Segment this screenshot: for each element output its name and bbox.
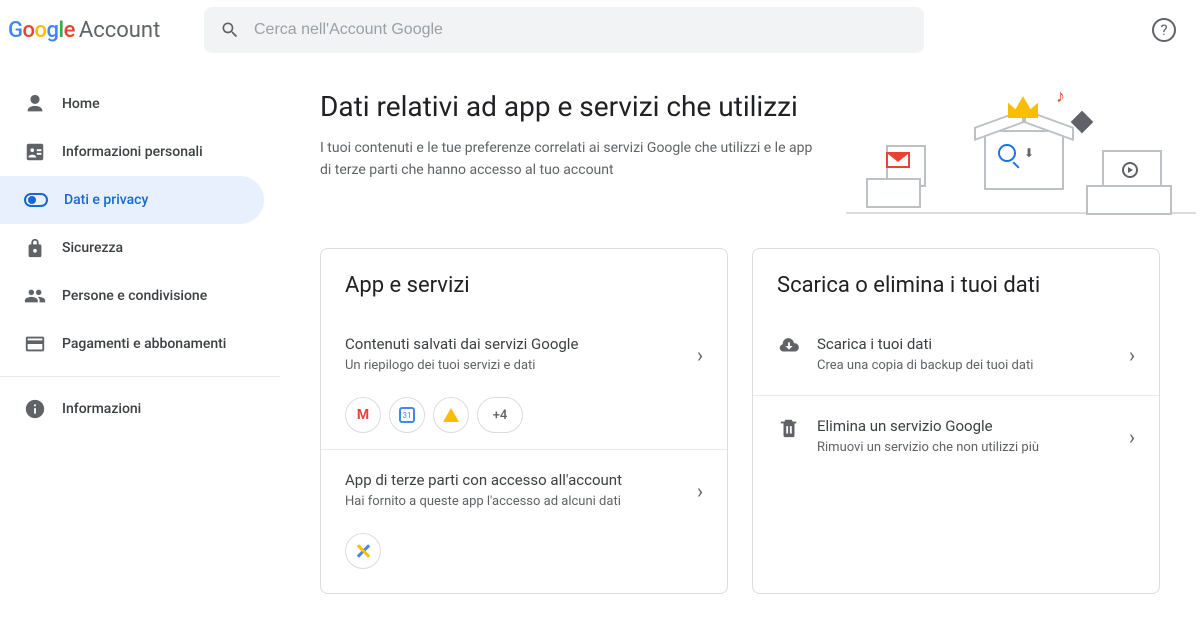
info-icon [24, 398, 46, 420]
item-subtitle: Crea una copia di backup dei tuoi dati [817, 357, 1113, 375]
item-saved-content[interactable]: Contenuti salvati dai servizi Google Un … [321, 320, 727, 389]
sidebar: Home Informazioni personali Dati e priva… [0, 60, 280, 629]
item-delete-service[interactable]: Elimina un servizio Google Rimuovi un se… [753, 395, 1159, 471]
sidebar-item-home[interactable]: Home [0, 80, 264, 128]
product-label: Account [79, 18, 160, 43]
lock-icon [24, 237, 46, 259]
third-party-app-icon[interactable] [345, 533, 381, 569]
trash-icon [777, 416, 801, 440]
download-icon: ⬇ [1024, 146, 1034, 160]
home-icon [24, 93, 46, 115]
search-input[interactable] [254, 21, 908, 39]
item-title: Contenuti salvati dai servizi Google [345, 334, 681, 355]
play-icon [1122, 162, 1138, 178]
sidebar-item-about[interactable]: Informazioni [0, 385, 264, 433]
sidebar-item-label: Dati e privacy [64, 192, 148, 208]
service-icons-row: M 31 +4 [321, 397, 727, 433]
page-description: I tuoi contenuti e le tue preferenze cor… [320, 137, 826, 182]
tag-icon [1071, 111, 1094, 134]
toggle-icon [24, 193, 48, 207]
card-title: App e servizi [321, 273, 727, 298]
item-subtitle: Hai fornito a queste app l'accesso ad al… [345, 493, 681, 511]
item-title: Scarica i tuoi dati [817, 334, 1113, 355]
cloud-download-icon [777, 334, 801, 358]
sidebar-item-data-privacy[interactable]: Dati e privacy [0, 176, 264, 224]
crown-icon [1008, 96, 1038, 118]
page-title: Dati relativi ad app e servizi che utili… [320, 90, 826, 123]
people-icon [24, 285, 46, 307]
item-title: App di terze parti con accesso all'accou… [345, 470, 625, 491]
sidebar-item-label: Informazioni [62, 401, 141, 417]
card-apps-services: App e servizi Contenuti salvati dai serv… [320, 248, 728, 594]
google-logo: Google [8, 18, 75, 43]
item-subtitle: Rimuovi un servizio che non utilizzi più [817, 439, 1113, 457]
music-note-icon: ♪ [1056, 86, 1065, 107]
main-content: Dati relativi ad app e servizi che utili… [280, 60, 1200, 629]
sidebar-item-security[interactable]: Sicurezza [0, 224, 264, 272]
item-subtitle: Un riepilogo dei tuoi servizi e dati [345, 357, 681, 375]
more-services-chip[interactable]: +4 [477, 397, 523, 433]
sidebar-item-personal-info[interactable]: Informazioni personali [0, 128, 264, 176]
search-box[interactable] [204, 7, 924, 53]
sidebar-divider [0, 376, 280, 377]
calendar-icon[interactable]: 31 [389, 397, 425, 433]
item-title: Elimina un servizio Google [817, 416, 1113, 437]
chevron-right-icon: › [697, 479, 703, 503]
credit-card-icon [24, 333, 46, 355]
gmail-icon[interactable]: M [345, 397, 381, 433]
help-icon[interactable]: ? [1152, 18, 1176, 42]
magnifier-icon [998, 144, 1016, 162]
id-card-icon [24, 141, 46, 163]
sidebar-item-payments[interactable]: Pagamenti e abbonamenti [0, 320, 264, 368]
sidebar-item-people-sharing[interactable]: Persone e condivisione [0, 272, 264, 320]
drive-icon[interactable] [433, 397, 469, 433]
item-download-data[interactable]: Scarica i tuoi dati Crea una copia di ba… [753, 320, 1159, 389]
chevron-right-icon: › [1129, 425, 1135, 449]
sidebar-item-label: Sicurezza [62, 240, 123, 256]
logo[interactable]: Google Account [4, 18, 204, 43]
sidebar-item-label: Pagamenti e abbonamenti [62, 336, 226, 352]
sidebar-item-label: Persone e condivisione [62, 288, 207, 304]
top-bar: Google Account ? [0, 0, 1200, 60]
sidebar-item-label: Informazioni personali [62, 144, 203, 160]
card-title: Scarica o elimina i tuoi dati [753, 273, 1159, 298]
chevron-right-icon: › [697, 343, 703, 367]
third-party-icons-row [321, 533, 727, 569]
card-download-delete: Scarica o elimina i tuoi dati Scarica i … [752, 248, 1160, 594]
chevron-right-icon: › [1129, 343, 1135, 367]
item-third-party-apps[interactable]: App di terze parti con accesso all'accou… [321, 449, 727, 525]
search-icon [220, 20, 240, 40]
sidebar-item-label: Home [62, 96, 100, 112]
hero-illustration: ♪ ⬇ [866, 90, 1176, 220]
